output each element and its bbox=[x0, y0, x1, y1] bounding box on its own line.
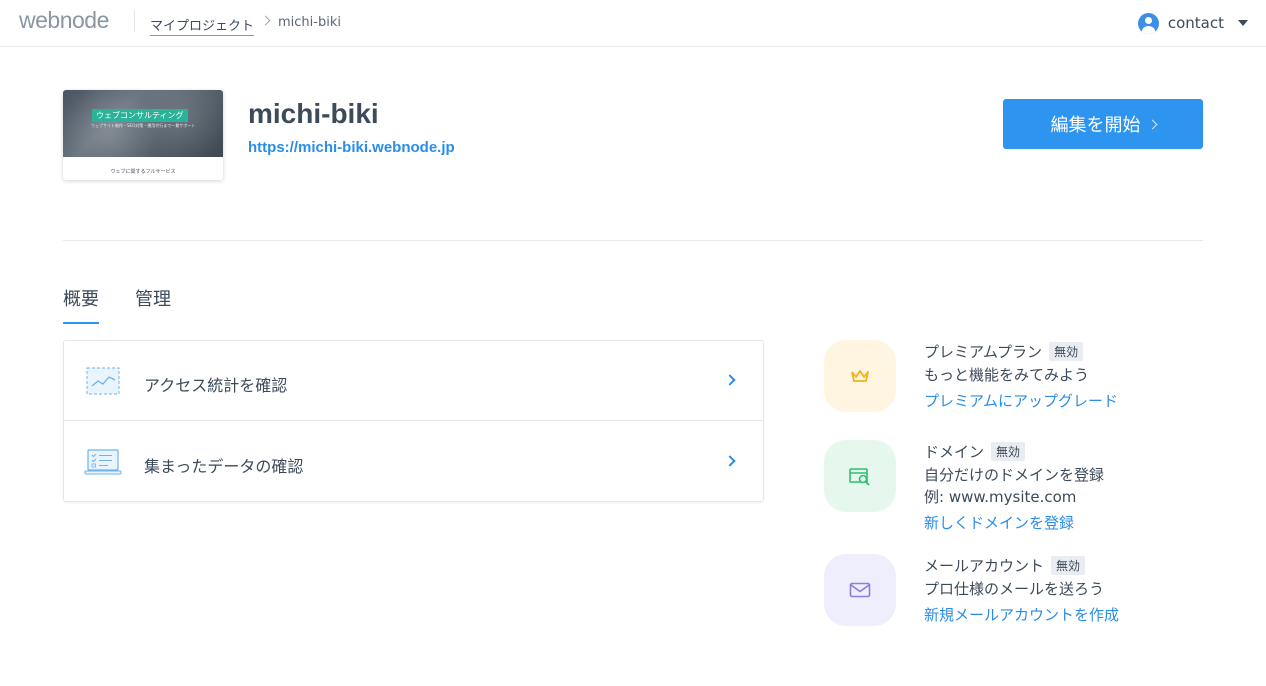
status-badge: 無効 bbox=[1051, 556, 1086, 575]
action-row-statistics[interactable]: アクセス統計を確認 bbox=[64, 341, 763, 421]
mail-icon bbox=[849, 582, 871, 598]
action-label: アクセス統計を確認 bbox=[144, 376, 288, 395]
tab-manage[interactable]: 管理 bbox=[135, 285, 171, 311]
action-label: 集まったデータの確認 bbox=[144, 457, 304, 476]
header-divider bbox=[134, 10, 135, 32]
register-domain-link[interactable]: 新しくドメインを登録 bbox=[924, 512, 1074, 533]
active-tab-indicator bbox=[63, 322, 99, 324]
start-editing-button[interactable]: 編集を開始 bbox=[1003, 99, 1203, 149]
user-name: contact bbox=[1167, 14, 1224, 32]
premium-title: プレミアムプラン 無効 bbox=[924, 341, 1084, 362]
thumbnail-subtext: ウェブサイト制作・SEO対策・運用代行まで一貫サポート bbox=[91, 123, 196, 128]
thumbnail-banner: ウェブコンサルティング bbox=[92, 109, 188, 122]
status-badge: 無効 bbox=[1049, 342, 1084, 361]
status-badge: 無効 bbox=[991, 442, 1026, 461]
start-editing-label: 編集を開始 bbox=[1050, 115, 1141, 135]
domain-title-text: ドメイン bbox=[924, 443, 985, 461]
chevron-right-icon bbox=[724, 374, 736, 386]
user-menu[interactable]: contact bbox=[1137, 10, 1248, 36]
site-title: michi-biki bbox=[248, 98, 379, 129]
upgrade-premium-link[interactable]: プレミアムにアップグレード bbox=[924, 390, 1118, 411]
mail-desc: プロ仕様のメールを送ろう bbox=[924, 580, 1105, 598]
create-mail-link[interactable]: 新規メールアカウントを作成 bbox=[924, 604, 1119, 625]
mail-title: メールアカウント 無効 bbox=[924, 555, 1086, 576]
site-url-link[interactable]: https://michi-biki.webnode.jp bbox=[248, 139, 455, 156]
crown-icon bbox=[851, 370, 869, 382]
mail-icon-tile bbox=[824, 554, 896, 626]
webnode-logo[interactable]: webnode bbox=[19, 7, 109, 34]
tab-overview[interactable]: 概要 bbox=[63, 285, 99, 311]
domain-desc: 自分だけのドメインを登録 bbox=[924, 466, 1105, 484]
premium-icon-tile bbox=[824, 340, 896, 412]
mail-title-text: メールアカウント bbox=[924, 557, 1045, 575]
action-row-collected-data[interactable]: 集まったデータの確認 bbox=[64, 422, 763, 502]
breadcrumb-my-projects[interactable]: マイプロジェクト bbox=[150, 15, 255, 36]
thumbnail-caption: ウェブに関するフルサービス bbox=[110, 169, 176, 175]
breadcrumb-current: michi-biki bbox=[278, 15, 341, 30]
actions-list: アクセス統計を確認 集まったデータの確認 bbox=[63, 340, 764, 502]
premium-desc: もっと機能をみてみよう bbox=[924, 366, 1090, 384]
domain-title: ドメイン 無効 bbox=[924, 441, 1026, 462]
domain-search-icon bbox=[849, 468, 870, 486]
premium-title-text: プレミアムプラン bbox=[924, 343, 1043, 361]
site-thumbnail[interactable]: ウェブコンサルティング ウェブサイト制作・SEO対策・運用代行まで一貫サポート … bbox=[63, 90, 223, 180]
domain-example: 例: www.mysite.com bbox=[924, 488, 1077, 506]
laptop-list-icon bbox=[84, 449, 122, 475]
breadcrumb-chevron-icon bbox=[260, 15, 271, 26]
chevron-right-icon bbox=[724, 455, 736, 467]
chart-icon bbox=[86, 367, 120, 395]
top-bar: webnode マイプロジェクト michi-biki contact bbox=[0, 0, 1266, 47]
chevron-right-icon bbox=[1147, 119, 1157, 129]
user-avatar-icon bbox=[1137, 12, 1159, 34]
section-divider bbox=[63, 240, 1203, 241]
domain-icon-tile bbox=[824, 440, 896, 512]
caret-down-icon bbox=[1238, 20, 1248, 26]
